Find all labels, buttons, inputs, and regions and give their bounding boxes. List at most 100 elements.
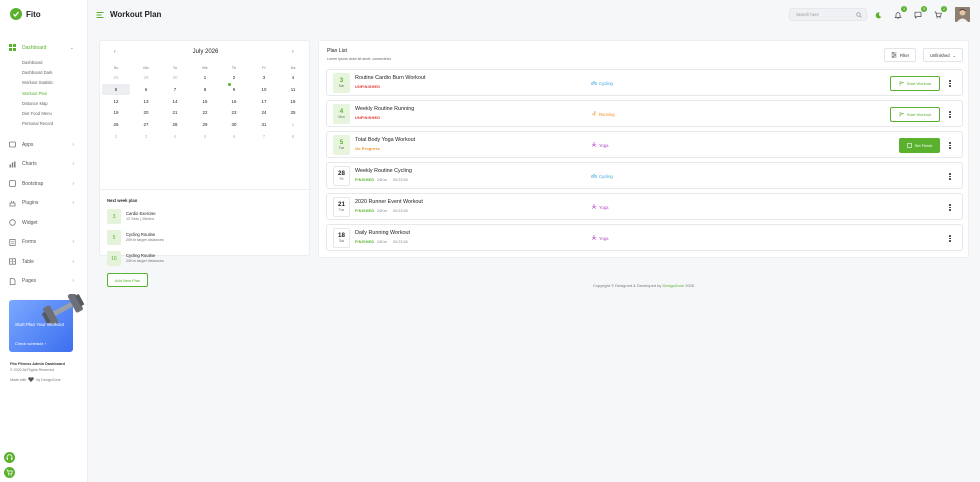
submenu-item-dashboard[interactable]: Dashboard (22, 58, 88, 68)
calendar-day[interactable]: 24 (250, 107, 278, 118)
hamburger-icon[interactable] (96, 11, 104, 19)
calendar-day[interactable]: 21 (161, 107, 189, 118)
support-button[interactable] (4, 452, 15, 463)
calendar-day[interactable]: 22 (191, 107, 219, 118)
calendar-day[interactable]: 23 (220, 107, 248, 118)
calendar-day[interactable]: 30 (220, 119, 248, 130)
calendar-day[interactable]: 12 (102, 96, 130, 107)
calendar-day[interactable]: 6 (220, 131, 248, 142)
cart-button[interactable]: 2 (933, 6, 947, 20)
submenu-item-dashboard-dark[interactable]: Dashboard Dark (22, 68, 88, 78)
messages-button[interactable]: 5 (913, 6, 927, 20)
submenu-item-distance-map[interactable]: Distance Map (22, 98, 88, 108)
notification-button[interactable]: 3 (893, 6, 907, 20)
start-workout-button[interactable]: Start Workout (890, 107, 940, 122)
calendar-day[interactable]: 27 (132, 119, 160, 130)
next-week-item[interactable]: 5 Cycling Routine 20Km target distances (107, 230, 267, 245)
calendar-day[interactable]: 15 (191, 96, 219, 107)
calendar-day[interactable]: 25 (279, 107, 307, 118)
calendar-day[interactable]: 14 (161, 96, 189, 107)
calendar-day[interactable]: 10 (250, 84, 278, 95)
calendar-day[interactable]: 3 (250, 72, 278, 83)
more-options-icon[interactable] (945, 76, 955, 91)
plan-list-subtitle: Lorem ipsum dolor sit amet, consectetur (327, 57, 391, 61)
calendar-day[interactable]: 5 (102, 83, 130, 95)
sidebar-item-forms[interactable]: Forms › (0, 232, 88, 252)
calendar-day[interactable]: 11 (279, 84, 307, 95)
check-schedule-link[interactable]: Check schedule › (15, 341, 46, 346)
calendar-day[interactable]: 29 (132, 72, 160, 83)
next-week-item[interactable]: 3 Cardio Exercise 12 Sets | 15mins (107, 209, 267, 224)
plan-row[interactable]: 28 Fri Weekly Routine Cycling FINISHED 24Km 0… (326, 162, 963, 189)
submenu-item-personal-record[interactable]: Personal Record (22, 119, 88, 129)
logo[interactable]: Fito (10, 8, 41, 20)
calendar-day[interactable]: 8 (279, 131, 307, 142)
sidebar-item-widget[interactable]: Widget (0, 213, 88, 233)
calendar-day[interactable]: 7 (161, 84, 189, 95)
calendar-day[interactable]: 5 (191, 131, 219, 142)
submenu-item-workout-plan[interactable]: Workout Plan (22, 88, 88, 98)
next-week-item-count: 16 (107, 251, 121, 266)
calendar-day[interactable]: 17 (250, 96, 278, 107)
plan-row[interactable]: 3 Sun Routine Cardio Burn Workout UNFINISHE… (326, 69, 963, 96)
calendar-day[interactable]: 4 (161, 131, 189, 142)
calendar-day[interactable]: 26 (102, 119, 130, 130)
status-dropdown[interactable]: Unfinished ⌄ (923, 48, 963, 62)
calendar-day[interactable]: 26 (102, 72, 130, 83)
submenu-item-workout-statistic[interactable]: Workout Statistic (22, 78, 88, 88)
search-icon[interactable] (856, 12, 862, 18)
dark-mode-toggle[interactable] (873, 10, 883, 20)
plan-row[interactable]: 18 Sat Daily Running Workout FINISHED 24Km 00… (326, 224, 963, 251)
calendar-day[interactable]: 6 (132, 84, 160, 95)
calendar-day[interactable]: 18 (279, 96, 307, 107)
filter-button[interactable]: Filter (884, 48, 916, 62)
calendar-day[interactable]: 29 (191, 119, 219, 130)
more-options-icon[interactable] (945, 138, 955, 153)
sidebar-item-charts[interactable]: Charts › (0, 154, 88, 174)
set-finish-button[interactable]: Set Finish (899, 138, 940, 153)
calendar-day[interactable]: 2 (102, 131, 130, 142)
calendar-day[interactable]: 20 (132, 107, 160, 118)
add-new-plan-button[interactable]: Add New Plan (107, 273, 148, 287)
apps-icon (9, 141, 16, 148)
calendar-day[interactable]: 28 (161, 119, 189, 130)
search-input[interactable] (796, 12, 852, 17)
plan-row[interactable]: 4 Mon Weekly Routine Running UNFINISHED Runn… (326, 100, 963, 127)
start-workout-button[interactable]: Start Workout (890, 76, 940, 91)
submenu-item-diet-food-menu[interactable]: Diet Food Menu (22, 108, 88, 118)
plan-duration: 00:23:45 (393, 178, 408, 182)
sidebar-item-plugins[interactable]: Plugins › (0, 193, 88, 213)
moon-icon (875, 11, 881, 18)
calendar-day[interactable]: 1 (279, 119, 307, 130)
more-options-icon[interactable] (945, 107, 955, 122)
sidebar-item-bootstrap[interactable]: Bootstrap › (0, 174, 88, 194)
footer-rights: © 2020 All Rights Reserved (10, 368, 54, 372)
calendar-day[interactable]: 13 (132, 96, 160, 107)
calendar-day[interactable]: 19 (102, 107, 130, 118)
sidebar-item-apps[interactable]: Apps › (0, 135, 88, 155)
next-week-item[interactable]: 16 Cycling Routine 20Km target distances (107, 251, 267, 266)
next-month-button[interactable]: › (292, 49, 294, 55)
calendar-day[interactable]: 31 (250, 119, 278, 130)
calendar-day[interactable]: 8 (191, 84, 219, 95)
calendar-day[interactable]: 2 (220, 72, 248, 83)
weekday-label: Su (113, 66, 119, 70)
sidebar-item-pages[interactable]: Pages › (0, 271, 88, 291)
cart-shortcut-button[interactable] (4, 467, 15, 478)
calendar-day[interactable]: 7 (250, 131, 278, 142)
plan-row[interactable]: 5 Tue Total Body Yoga Workout On Progress Yo… (326, 131, 963, 158)
copyright-brand-link[interactable]: DexignZone (663, 283, 685, 288)
calendar-day[interactable]: 30 (161, 72, 189, 83)
more-options-icon[interactable] (945, 231, 955, 246)
avatar[interactable] (955, 7, 970, 22)
sidebar-item-table[interactable]: Table › (0, 252, 88, 272)
plan-row[interactable]: 21 Tue 2020 Runner Event Workout FINISHED 24… (326, 193, 963, 220)
calendar-day[interactable]: 16 (220, 96, 248, 107)
calendar-day[interactable]: 4 (279, 72, 307, 83)
calendar-day[interactable]: 3 (132, 131, 160, 142)
more-options-icon[interactable] (945, 200, 955, 215)
calendar-day[interactable]: 9 (220, 84, 248, 95)
calendar-day[interactable]: 1 (191, 72, 219, 83)
sidebar-item-dashboard[interactable]: Dashboard ⌄ (0, 38, 88, 58)
more-options-icon[interactable] (945, 169, 955, 184)
